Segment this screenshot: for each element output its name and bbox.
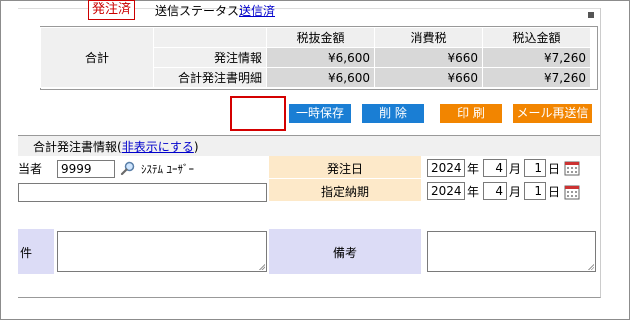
total-label: 合計 [40, 27, 154, 88]
order-taxincl: ¥7,260 [482, 47, 591, 68]
order-year-input[interactable] [427, 159, 465, 177]
order-month-input[interactable] [483, 159, 507, 177]
highlight-box [230, 96, 286, 131]
wide-text-input[interactable] [18, 183, 267, 202]
header-spacer [153, 27, 267, 48]
calendar-icon[interactable] [564, 160, 580, 176]
temp-save-button[interactable]: 一時保存 [289, 104, 351, 123]
row-label-order: 発注情報 [153, 47, 267, 68]
print-button[interactable]: 印 刷 [440, 104, 502, 123]
order-month-unit: 月 [509, 162, 522, 176]
details-tax: ¥660 [374, 67, 483, 88]
order-day-unit: 日 [548, 162, 561, 176]
header-tax: 消費税 [374, 27, 483, 48]
summary-header-row: 合計 税抜金額 消費税 税込金額 [40, 27, 591, 88]
paren-close: ) [193, 140, 199, 154]
subject-textarea[interactable] [57, 231, 267, 272]
orderer-code-input[interactable] [57, 160, 115, 178]
due-year-unit: 年 [467, 185, 480, 199]
section-title-text: 合計発注書情報 [33, 140, 118, 154]
section-title: 合計発注書情報(非表示にする) [33, 138, 199, 155]
due-month-input[interactable] [483, 182, 507, 200]
remarks-label: 備考 [332, 246, 357, 260]
due-year-input[interactable] [427, 182, 465, 200]
order-year-unit: 年 [467, 162, 480, 176]
ordered-status-badge: 発注済 [88, 0, 136, 20]
order-day-input[interactable] [524, 159, 546, 177]
due-date-label: 指定納期 [320, 185, 369, 199]
order-tax: ¥660 [374, 47, 483, 68]
due-month-unit: 月 [509, 185, 522, 199]
subject-label: 件 [20, 246, 33, 260]
remarks-textarea[interactable] [427, 231, 596, 272]
details-taxincl: ¥7,260 [482, 67, 591, 88]
header-pretax: 税抜金額 [266, 27, 375, 48]
order-date-label: 発注日 [326, 162, 363, 176]
summary-table: 合計 税抜金額 消費税 税込金額 発注情報 ¥6,600 ¥660 ¥7,260… [40, 27, 591, 88]
calendar-icon[interactable] [564, 184, 580, 200]
send-status-link[interactable]: 送信済 [239, 2, 275, 19]
due-day-unit: 日 [548, 185, 561, 199]
orderer-label: 当者 [18, 162, 43, 176]
search-icon[interactable] [120, 160, 136, 176]
order-pretax: ¥6,600 [266, 47, 375, 68]
send-status-label: 送信ステータス: [155, 4, 244, 18]
orderer-name: ｼｽﾃﾑ ﾕｰｻﾞｰ [141, 163, 194, 176]
due-day-input[interactable] [524, 182, 546, 200]
row-label-details: 合計発注書明細 [153, 67, 267, 88]
resize-grip-icon[interactable] [587, 263, 594, 270]
hide-section-link[interactable]: 非表示にする [122, 140, 194, 154]
delete-button[interactable]: 削 除 [362, 104, 424, 123]
resize-grip-icon[interactable] [258, 263, 265, 270]
resend-mail-button[interactable]: メール再送信 [513, 104, 592, 123]
header-taxincl: 税込金額 [482, 27, 591, 48]
details-pretax: ¥6,600 [266, 67, 375, 88]
